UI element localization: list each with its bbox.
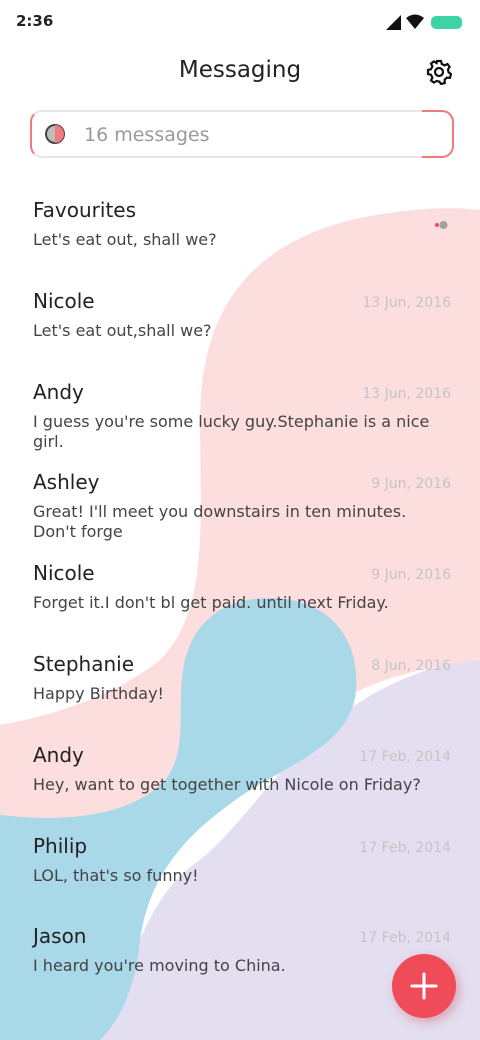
search-icon bbox=[45, 124, 65, 144]
message-date: 9 Jun, 2016 bbox=[371, 567, 451, 584]
list-item[interactable]: Favourites Let's eat out, shall we? bbox=[0, 190, 480, 281]
message-date: 9 Jun, 2016 bbox=[371, 476, 451, 493]
contact-name: Ashley bbox=[33, 470, 100, 495]
message-preview: LOL, that's so funny! bbox=[33, 865, 199, 885]
message-date: 13 Jun, 2016 bbox=[362, 294, 451, 311]
contact-name: Nicole bbox=[33, 561, 95, 586]
signal-icon bbox=[386, 15, 401, 30]
message-preview: I heard you're moving to China. bbox=[33, 956, 286, 976]
app-header: Messaging bbox=[0, 44, 480, 102]
message-preview: Forget it.I don't bl get paid. until nex… bbox=[33, 593, 389, 613]
contact-name: Andy bbox=[33, 742, 84, 767]
battery-icon bbox=[431, 16, 462, 29]
list-item[interactable]: Nicole 9 Jun, 2016 Forget it.I don't bl … bbox=[0, 553, 480, 644]
message-date: 17 Feb, 2014 bbox=[359, 839, 451, 856]
unread-indicator-icon bbox=[435, 221, 448, 229]
list-item[interactable]: Andy 17 Feb, 2014 Hey, want to get toget… bbox=[0, 735, 480, 826]
status-bar: 2:36 bbox=[0, 0, 480, 44]
message-preview: Hey, want to get together with Nicole on… bbox=[33, 774, 421, 794]
message-preview: Let's eat out, shall we? bbox=[33, 230, 217, 249]
message-date: 13 Jun, 2016 bbox=[362, 385, 451, 402]
message-preview: Let's eat out,shall we? bbox=[33, 320, 212, 340]
status-time: 2:36 bbox=[16, 12, 54, 30]
contact-name: Favourites bbox=[33, 198, 137, 222]
message-date: 17 Feb, 2014 bbox=[359, 748, 451, 765]
message-preview: I guess you're some lucky guy.Stephanie … bbox=[33, 411, 430, 451]
list-item[interactable]: Nicole 13 Jun, 2016 Let's eat out,shall … bbox=[0, 281, 480, 372]
list-item[interactable]: Andy 13 Jun, 2016 I guess you're some lu… bbox=[0, 372, 480, 463]
status-icons bbox=[386, 14, 462, 30]
list-item[interactable]: Philip 17 Feb, 2014 LOL, that's so funny… bbox=[0, 826, 480, 917]
list-item[interactable]: Ashley 9 Jun, 2016 Great! I'll meet you … bbox=[0, 462, 480, 553]
search-input[interactable] bbox=[82, 120, 426, 150]
contact-name: Jason bbox=[33, 924, 87, 949]
contact-name: Stephanie bbox=[33, 651, 135, 676]
contact-name: Andy bbox=[33, 379, 84, 404]
contact-name: Nicole bbox=[33, 288, 95, 313]
messaging-screen: 2:36 Messaging 16 messages Favourites Le… bbox=[0, 0, 480, 1040]
message-date: 17 Feb, 2014 bbox=[359, 930, 451, 947]
wifi-icon bbox=[406, 14, 424, 29]
message-date: 8 Jun, 2016 bbox=[371, 657, 451, 674]
message-preview: Happy Birthday! bbox=[33, 683, 164, 703]
settings-button[interactable] bbox=[422, 55, 456, 89]
list-item[interactable]: Stephanie 8 Jun, 2016 Happy Birthday! bbox=[0, 644, 480, 735]
contact-name: Philip bbox=[33, 833, 88, 858]
new-message-button[interactable] bbox=[392, 954, 456, 1018]
gear-icon bbox=[426, 59, 452, 85]
plus-icon bbox=[410, 972, 438, 1000]
message-list: Favourites Let's eat out, shall we? Nico… bbox=[0, 190, 480, 1007]
search-box bbox=[30, 110, 454, 158]
message-preview: Great! I'll meet you downstairs in ten m… bbox=[33, 502, 407, 542]
page-title: Messaging bbox=[178, 57, 302, 83]
